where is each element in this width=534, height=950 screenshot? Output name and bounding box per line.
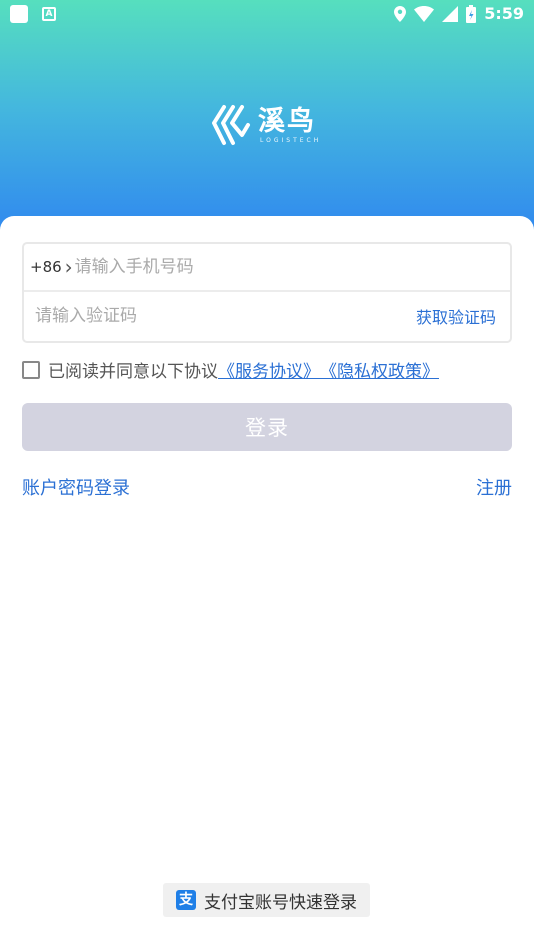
- phone-row: +86 ›: [24, 244, 510, 292]
- wifi-icon: [414, 5, 435, 22]
- a-box-icon: A: [42, 7, 56, 21]
- service-agreement-link[interactable]: 《服务协议》: [218, 357, 320, 382]
- status-time: 5:59: [484, 4, 524, 23]
- alipay-login-label: 支付宝账号快速登录: [204, 892, 357, 913]
- agreement-text: 已阅读并同意以下协议: [48, 362, 218, 382]
- login-button[interactable]: 登录: [22, 403, 512, 451]
- agreement-row: 已阅读并同意以下协议 《服务协议》 《隐私权政策》: [22, 357, 439, 382]
- logo-mark-icon: [212, 105, 250, 145]
- logo-name-cn: 溪鸟: [258, 105, 316, 137]
- country-code-selector[interactable]: +86: [30, 258, 62, 276]
- phone-input[interactable]: [74, 257, 475, 277]
- get-code-button[interactable]: 获取验证码: [416, 304, 496, 328]
- chevron-right-icon[interactable]: ›: [65, 257, 73, 277]
- alipay-icon: 支: [176, 890, 196, 910]
- notification-square-icon: [10, 5, 28, 23]
- privacy-policy-link[interactable]: 《隐私权政策》: [320, 357, 439, 382]
- logo-name-en: LOGISTECH: [260, 136, 322, 144]
- verification-code-input[interactable]: [35, 306, 365, 326]
- battery-icon: [466, 4, 477, 23]
- agreement-checkbox[interactable]: [22, 360, 40, 379]
- alipay-login-button[interactable]: 支 支付宝账号快速登录: [163, 883, 370, 917]
- login-card: +86 › 获取验证码 已阅读并同意以下协议 《服务协议》 《隐私权政策》 登录…: [0, 216, 534, 950]
- status-bar: A 5:59: [0, 0, 534, 30]
- code-row: 获取验证码: [24, 292, 510, 340]
- header-banner: A 5:59 溪鸟 LOGISTECH: [0, 0, 534, 240]
- app-logo: 溪鸟 LOGISTECH: [210, 103, 321, 147]
- login-form: +86 › 获取验证码: [22, 242, 512, 343]
- register-link[interactable]: 注册: [476, 474, 512, 500]
- location-icon: [394, 5, 407, 22]
- signal-icon: [442, 5, 459, 22]
- password-login-link[interactable]: 账户密码登录: [22, 474, 130, 500]
